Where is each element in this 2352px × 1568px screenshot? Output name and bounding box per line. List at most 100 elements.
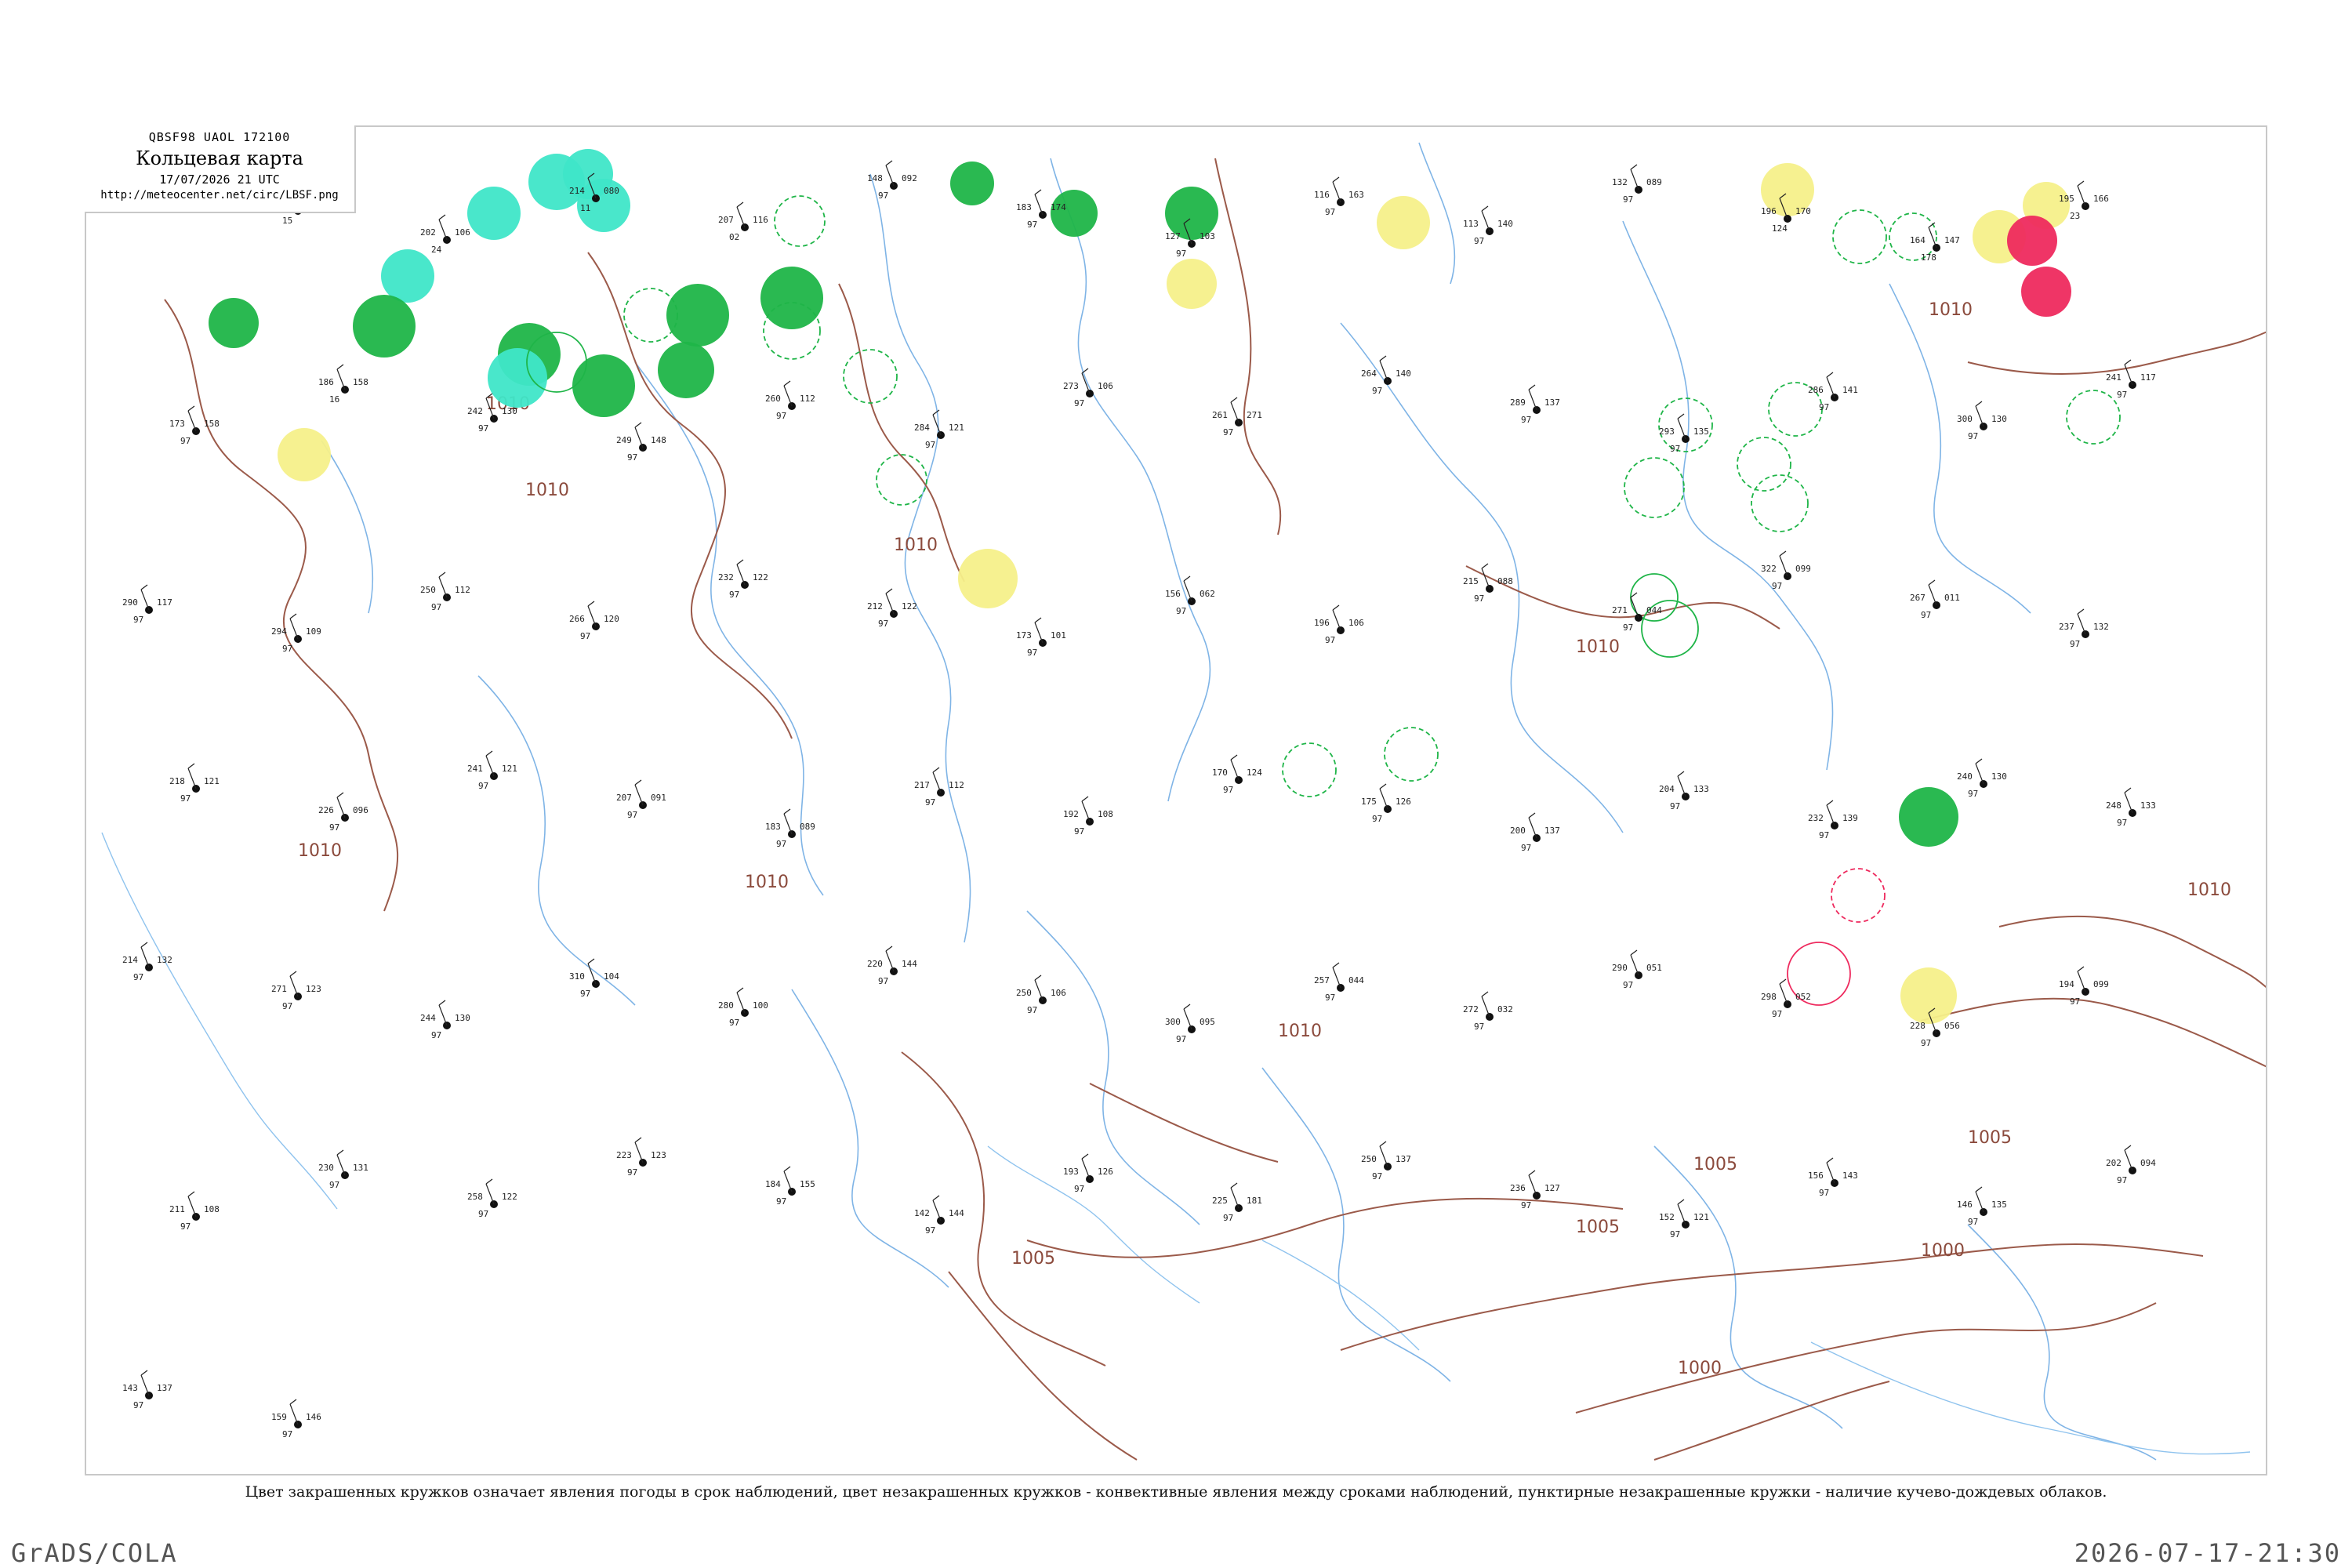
station-plot: 218 121 97 (169, 763, 220, 804)
station-plot: 258 122 97 (467, 1178, 517, 1219)
station-pressure: 104 (604, 971, 619, 982)
station-pressure: 112 (455, 585, 470, 595)
station-temp: 230 (318, 1163, 334, 1173)
wind-barb-flag (736, 201, 744, 208)
weather-circle-yellow (1377, 196, 1430, 249)
isobar-label: 1010 (2187, 880, 2231, 900)
station-plot: 286 141 97 (1808, 372, 1858, 412)
wind-barb (587, 605, 597, 627)
weather-circle-green (760, 267, 823, 329)
station-field: 97 (1968, 789, 1978, 799)
isobar-label: 1010 (1929, 300, 1973, 320)
wind-barb (1081, 800, 1091, 822)
station-plot: 241 121 97 (467, 750, 517, 791)
station-pressure: 108 (1098, 809, 1113, 819)
station-field: 15 (282, 216, 292, 226)
river (321, 440, 374, 614)
wind-barb-flag (885, 946, 893, 952)
station-plot: 264 140 97 (1361, 355, 1411, 396)
station-plot: 261 271 97 (1212, 397, 1262, 437)
wind-barb-flag (1630, 164, 1638, 170)
station-field: 178 (1921, 252, 1936, 263)
station-pressure: 122 (902, 601, 917, 612)
station-pressure: 108 (204, 1204, 220, 1214)
station-temp: 226 (318, 805, 334, 815)
wind-barb-flag (1379, 1141, 1387, 1147)
wind-barb-flag (885, 160, 893, 166)
footer-software: GrADS/COLA (11, 1538, 178, 1568)
station-pressure: 032 (1497, 1004, 1513, 1014)
wind-barb-flag (1081, 796, 1089, 802)
convective-circle-dashed (1624, 457, 1685, 518)
station-plot: 240 130 97 (1957, 758, 2007, 799)
wind-barb-flag (1826, 372, 1834, 378)
station-temp: 271 (271, 984, 287, 994)
weather-circle-green (658, 342, 714, 398)
station-plot: 232 139 97 (1808, 800, 1858, 840)
weather-circle-cyan (467, 187, 521, 240)
station-temp: 284 (914, 423, 930, 433)
weather-map: 1010 1010 1010 1010 1010 1010 1010 1005 1005 1005… (101, 142, 2266, 1461)
station-temp: 249 (616, 435, 632, 445)
station-field: 97 (925, 797, 935, 808)
station-field: 97 (580, 631, 590, 641)
station-plot: 232 122 97 (718, 559, 768, 600)
wind-barb-flag (783, 380, 791, 387)
station-plot: 237 132 97 (2059, 608, 2109, 649)
station-pressure: 143 (1842, 1171, 1858, 1181)
wind-barb (1183, 1008, 1192, 1030)
station-temp: 212 (867, 601, 883, 612)
station-plot: 236 127 97 (1510, 1170, 1560, 1210)
station-field: 97 (1074, 398, 1084, 408)
station-pressure: 117 (157, 597, 172, 608)
station-field: 97 (1223, 785, 1233, 795)
wind-barb (289, 618, 299, 640)
wind-barb-flag (1677, 1199, 1685, 1205)
wind-barb (336, 1154, 346, 1176)
wind-barb (336, 368, 346, 390)
station-temp: 132 (1612, 177, 1628, 187)
station-plot: 175 126 97 (1361, 783, 1411, 824)
station-plot: 284 121 97 (914, 409, 964, 450)
station-field: 97 (1670, 1229, 1680, 1240)
isobar (1089, 1083, 1279, 1163)
station-temp: 116 (1314, 190, 1330, 200)
isobar-label: 1005 (1576, 1218, 1620, 1237)
station-temp: 250 (420, 585, 436, 595)
weather-circle-green (572, 354, 635, 417)
station-pressure: 163 (1348, 190, 1364, 200)
station-temp: 214 (569, 186, 585, 196)
station-plot: 244 130 97 (420, 1000, 470, 1040)
wind-barb-flag (634, 779, 642, 786)
station-temp: 183 (1016, 202, 1032, 212)
wind-barb-flag (2124, 787, 2132, 793)
wind-barb (1928, 584, 1937, 606)
station-pressure: 158 (353, 377, 368, 387)
river (869, 173, 971, 943)
convective-circle-dashed (1384, 727, 1439, 782)
station-temp: 207 (718, 215, 734, 225)
station-field: 97 (133, 615, 143, 625)
wind-barb-flag (1230, 754, 1238, 760)
station-temp: 300 (1165, 1017, 1181, 1027)
station-temp: 290 (1612, 963, 1628, 973)
convective-circle-dashed (2066, 390, 2121, 445)
station-pressure: 131 (353, 1163, 368, 1173)
wind-barb (783, 1171, 793, 1192)
station-field: 97 (180, 793, 191, 804)
station-pressure: 166 (2093, 194, 2109, 204)
station-field: 97 (925, 1225, 935, 1236)
map-title: Кольцевая карта (136, 147, 303, 169)
isobar-label: 1000 (1921, 1241, 1965, 1261)
wind-barb-flag (634, 1137, 642, 1143)
station-pressure: 139 (1842, 813, 1858, 823)
river (1622, 220, 1834, 771)
station-temp: 241 (2106, 372, 2122, 383)
station-pressure: 181 (1247, 1196, 1262, 1206)
wind-barb-flag (1528, 1170, 1536, 1176)
station-field: 97 (627, 452, 637, 463)
wind-barb-flag (1481, 991, 1489, 997)
station-temp: 159 (271, 1412, 287, 1422)
station-field: 97 (1474, 593, 1484, 604)
wind-barb (1481, 568, 1490, 590)
